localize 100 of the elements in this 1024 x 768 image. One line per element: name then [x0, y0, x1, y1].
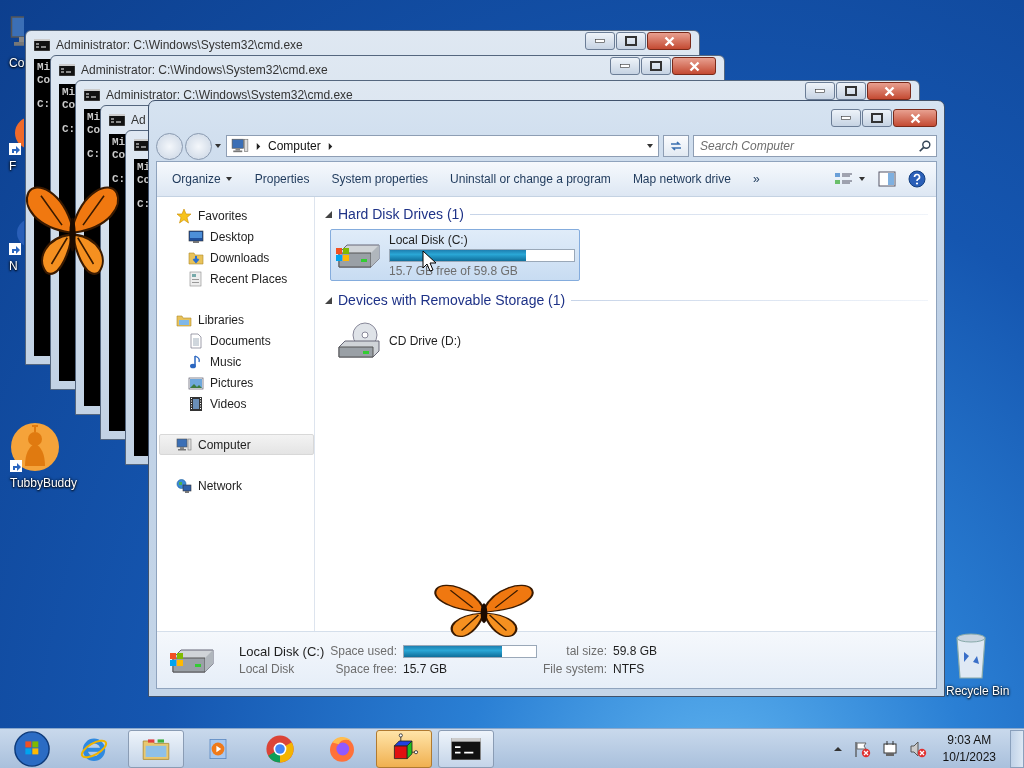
desktop-icon: [188, 228, 204, 245]
toolbar-button[interactable]: Organize: [161, 168, 244, 190]
desktop-icon-label[interactable]: TubbyBuddy: [10, 476, 77, 490]
maximize-icon: [871, 113, 883, 123]
dropdown-caret-icon[interactable]: [646, 142, 654, 150]
views-icon: [834, 171, 854, 187]
shortcut-arrow-icon: [10, 460, 22, 472]
console-icon: [34, 39, 50, 51]
nav-item[interactable]: Desktop: [159, 226, 314, 247]
console-text: Co: [62, 99, 76, 112]
nav-item[interactable]: Downloads: [159, 247, 314, 268]
chevron-icon[interactable]: [255, 141, 262, 151]
console-text: C:: [62, 123, 76, 136]
close-icon: [883, 85, 895, 97]
field-label: tal size:: [565, 644, 607, 658]
help-icon: [908, 170, 926, 188]
search-field[interactable]: Search Computer: [693, 135, 937, 157]
desktop-icon-label[interactable]: F: [9, 159, 17, 173]
drive-name: Local Disk (C:): [389, 232, 469, 247]
desktop-icon-label[interactable]: N: [9, 259, 18, 273]
browser-icon: [264, 732, 296, 765]
toolbar-button[interactable]: Uninstall or change a program: [439, 168, 622, 190]
maximize-button[interactable]: [616, 32, 646, 50]
close-button[interactable]: [867, 82, 911, 100]
close-button[interactable]: [672, 57, 716, 75]
minimize-button[interactable]: [610, 57, 640, 75]
field-label: File system:: [542, 662, 607, 676]
close-button[interactable]: [893, 109, 937, 127]
clock-date: 10/1/2023: [942, 750, 996, 764]
field-value: 59.8 GB: [613, 644, 657, 658]
caret-icon: [858, 175, 866, 183]
maximize-button[interactable]: [862, 109, 892, 127]
minimize-button[interactable]: [805, 82, 835, 100]
clock[interactable]: 9:03 AM 10/1/2023: [934, 733, 1004, 764]
console-text: Mi: [137, 161, 151, 174]
maximize-button[interactable]: [641, 57, 671, 75]
console-text: Mi: [37, 61, 51, 74]
drive-name: CD Drive (D:): [389, 334, 462, 348]
window-title: Administrator: C:\Windows\System32\cmd.exe: [56, 38, 304, 52]
cartoon-character-icon[interactable]: [10, 422, 60, 472]
nav-item[interactable]: Network: [159, 475, 314, 496]
toolbar-button[interactable]: Map network drive: [621, 168, 742, 190]
caret-icon: [224, 175, 233, 183]
window-title: Administrator: C:\Windows\System32\cmd.exe: [106, 88, 354, 102]
cd-drive-icon: [335, 321, 383, 361]
desktop-icon-label[interactable]: Co: [9, 56, 25, 70]
maximize-icon: [650, 61, 662, 71]
documents-icon: [188, 332, 204, 349]
nav-item[interactable]: Libraries: [159, 309, 314, 330]
console-text: C:: [112, 173, 126, 186]
nav-item[interactable]: Music: [159, 351, 314, 372]
minimize-button[interactable]: [831, 109, 861, 127]
console-taskbar-button[interactable]: [438, 729, 494, 768]
more-commands-button[interactable]: »: [741, 168, 771, 190]
maximize-icon: [845, 86, 857, 96]
nav-item[interactable]: Recent Places: [159, 268, 314, 289]
breadcrumb[interactable]: Computer: [268, 139, 321, 153]
nav-item[interactable]: Pictures: [159, 372, 314, 393]
network-status-icon: [880, 739, 899, 758]
console-text: Mi: [87, 111, 101, 124]
field-label: Space used:: [330, 644, 397, 658]
collapse-triangle-icon[interactable]: [325, 210, 332, 218]
console-text: C:: [137, 198, 151, 211]
console-text: Co: [87, 124, 101, 137]
minimize-button[interactable]: [585, 32, 615, 50]
maximize-icon: [625, 36, 637, 46]
group-header[interactable]: Devices with Removable Storage (1): [338, 292, 566, 308]
pane-icon: [878, 171, 896, 187]
drive-tile[interactable]: CD Drive (D:): [330, 315, 580, 367]
toolbar-button[interactable]: System properties: [320, 168, 440, 190]
console-text: C:: [87, 148, 101, 161]
videos-icon: [188, 395, 204, 412]
window-title: Administrator: C:\Windows\System32\cmd.exe: [81, 63, 329, 77]
nav-item[interactable]: Favorites: [159, 205, 314, 226]
action-center-icon: [852, 739, 871, 758]
address-bar[interactable]: Computer: [226, 135, 659, 157]
nav-item[interactable]: Videos: [159, 393, 314, 414]
drive-type: Local Disk: [239, 662, 296, 676]
windows-logo-icon: [13, 729, 51, 768]
nav-item[interactable]: Documents: [159, 330, 314, 351]
computer-icon: [231, 137, 249, 155]
group-header[interactable]: Hard Disk Drives (1): [338, 206, 464, 222]
collapse-triangle-icon[interactable]: [325, 296, 332, 304]
window-title: Ad: [131, 113, 147, 127]
console-icon: [84, 89, 100, 101]
refresh-button[interactable]: [663, 135, 689, 157]
minimize-icon: [815, 89, 825, 93]
toolbar-button[interactable]: Properties: [243, 168, 321, 190]
desktop-icon-label[interactable]: Recycle Bin: [946, 684, 1010, 698]
close-icon: [688, 60, 700, 72]
nav-item[interactable]: Computer: [159, 434, 314, 455]
chevron-icon[interactable]: [326, 141, 334, 151]
console-text: Mi: [62, 86, 76, 99]
maximize-button[interactable]: [836, 82, 866, 100]
recent-pages-caret-icon[interactable]: [214, 142, 222, 150]
close-button[interactable]: [647, 32, 691, 50]
recent-icon: [188, 270, 204, 287]
console-text: C:: [37, 98, 51, 111]
app-taskbar-button[interactable]: [376, 729, 432, 768]
network-icon: [176, 477, 192, 494]
